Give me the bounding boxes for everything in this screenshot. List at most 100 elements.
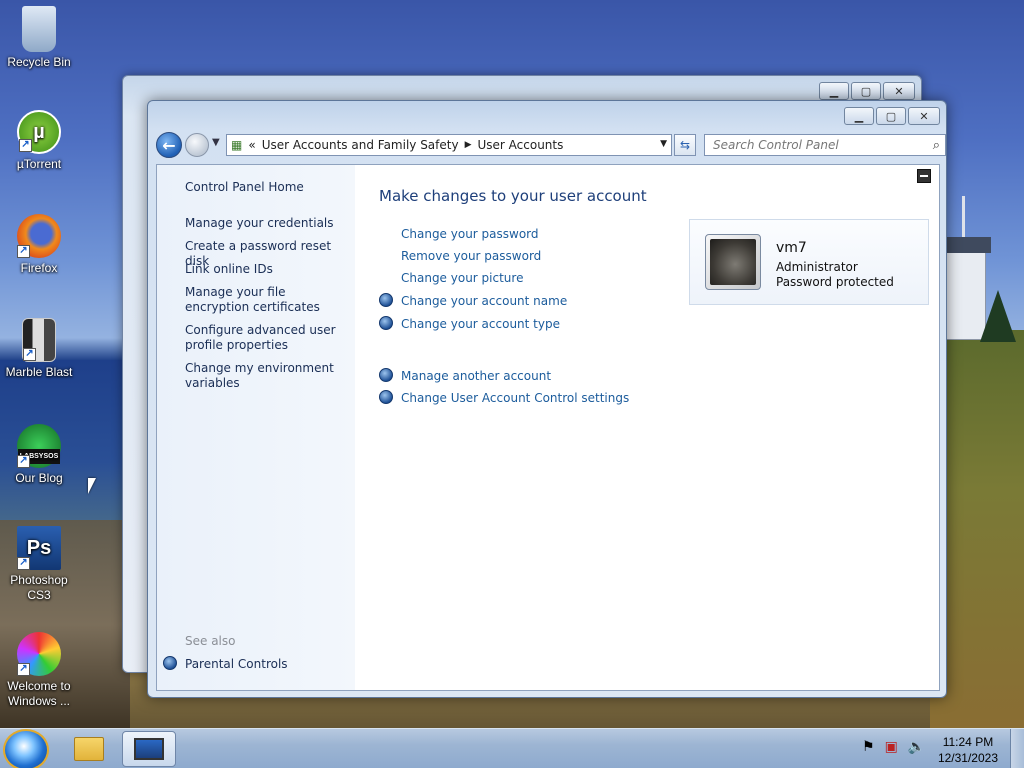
file-encryption-link[interactable]: Manage your file encryption certificates [185, 285, 350, 315]
photoshop-icon: Ps ↗ [17, 526, 61, 570]
action-center-flag-icon[interactable]: ⚑ [862, 739, 875, 755]
see-also-label: See also [185, 634, 236, 648]
navigation-bar: ← ▼ ▦ « User Accounts and Family Safety … [156, 132, 946, 158]
desktop-icon-firefox[interactable]: ↗ Firefox [2, 214, 76, 276]
manage-another-account-link[interactable]: Manage another account [379, 368, 551, 383]
minimize-icon: ▁ [854, 109, 864, 123]
account-name: vm7 [776, 240, 807, 256]
task-pane: Control Panel Home Manage your credentia… [157, 165, 355, 690]
change-password-link[interactable]: Change your password [401, 227, 539, 241]
desktop-icon-photoshop[interactable]: Ps ↗ Photoshop CS3 [2, 526, 76, 603]
parental-controls-link[interactable]: Parental Controls [163, 656, 288, 671]
desktop-icon-label: Firefox [20, 261, 58, 275]
taskbar-explorer-button[interactable] [62, 731, 116, 767]
marble-blast-icon: ↗ [22, 318, 56, 362]
close-icon[interactable]: ✕ [883, 82, 915, 100]
maximize-button[interactable]: ▢ [876, 107, 906, 125]
recent-pages-dropdown[interactable]: ▼ [212, 137, 220, 148]
shield-icon [379, 390, 393, 404]
network-icon[interactable]: ▣ [885, 739, 898, 755]
refresh-icon: ⇆ [679, 138, 691, 152]
account-role: Administrator [776, 260, 858, 274]
breadcrumb-item-family-safety[interactable]: User Accounts and Family Safety [262, 138, 459, 152]
environment-variables-link[interactable]: Change my environment variables [185, 361, 350, 391]
desktop-icon-our-blog[interactable]: LABSYSOS ↗ Our Blog [2, 424, 76, 486]
desktop-icon-welcome[interactable]: ↗ Welcome to Windows ... [2, 632, 76, 709]
desktop-icon-label: Recycle Bin [7, 55, 71, 69]
control-panel-icon: ▦ [231, 138, 243, 152]
link-online-ids-link[interactable]: Link online IDs [185, 262, 350, 277]
photoshop-glyph: Ps [26, 536, 52, 559]
search-input[interactable]: Search Control Panel ⌕ [704, 134, 946, 156]
link-label: Change your account type [401, 317, 560, 331]
change-account-type-link[interactable]: Change your account type [379, 316, 560, 331]
window-caption-buttons: ▁ ▢ ✕ [844, 107, 940, 125]
remove-password-link[interactable]: Remove your password [401, 249, 541, 263]
clock-time: 11:24 PM [942, 735, 994, 749]
start-button[interactable] [3, 729, 49, 768]
desktop-icon-label: Photoshop CS3 [10, 573, 68, 602]
minimize-button[interactable]: ▁ [844, 107, 874, 125]
close-icon: ✕ [919, 109, 929, 123]
desktop-icon-label: µTorrent [16, 157, 62, 171]
account-card: vm7 Administrator Password protected [689, 219, 929, 305]
shield-icon [163, 656, 177, 670]
shield-icon [379, 293, 393, 307]
user-accounts-window[interactable]: ▁ ▢ ✕ ← ▼ ▦ « User Accounts and Family S… [147, 100, 947, 698]
control-panel-home-link[interactable]: Control Panel Home [185, 180, 350, 195]
minimize-icon[interactable]: ▁ [819, 82, 849, 100]
breadcrumb-overflow[interactable]: « [248, 138, 255, 152]
welcome-icon: ↗ [17, 632, 61, 676]
search-placeholder: Search Control Panel [713, 138, 839, 152]
desktop-icon-label: Marble Blast [5, 365, 73, 379]
address-dropdown-icon[interactable]: ▼ [660, 139, 667, 149]
background-window-caption-buttons: ▁ ▢ ✕ [819, 82, 915, 100]
avatar [705, 234, 761, 290]
link-label: Change your account name [401, 294, 568, 308]
utorrent-icon: µ ↗ [17, 110, 61, 154]
koala-picture-icon [710, 239, 756, 285]
manage-credentials-link[interactable]: Manage your credentials [185, 216, 350, 231]
refresh-button[interactable]: ⇆ [674, 134, 696, 156]
desktop-icon-utorrent[interactable]: µ ↗ µTorrent [2, 110, 76, 172]
maximize-icon[interactable]: ▢ [851, 82, 881, 100]
advanced-profile-link[interactable]: Configure advanced user profile properti… [185, 323, 350, 353]
wallpaper-tree [980, 290, 1016, 342]
link-label: Manage another account [401, 369, 552, 383]
clock[interactable]: 11:24 PM 12/31/2023 [938, 734, 998, 766]
desktop-icon-recycle-bin[interactable]: Recycle Bin [2, 6, 76, 70]
close-button[interactable]: ✕ [908, 107, 940, 125]
mouse-cursor-icon [88, 478, 96, 494]
shield-icon [379, 368, 393, 382]
desktop-icon-marble-blast[interactable]: ↗ Marble Blast [2, 318, 76, 380]
our-blog-icon: LABSYSOS ↗ [17, 424, 61, 468]
desktop-icon-label: Welcome to Windows ... [7, 679, 71, 708]
firefox-icon: ↗ [17, 214, 61, 258]
page-title: Make changes to your user account [379, 187, 647, 205]
account-status: Password protected [776, 275, 894, 289]
forward-button[interactable] [185, 133, 209, 157]
parental-controls-label: Parental Controls [185, 657, 288, 671]
breadcrumb-item-user-accounts[interactable]: User Accounts [478, 138, 564, 152]
control-panel-icon [134, 738, 164, 760]
breadcrumb-separator-icon[interactable]: ▶ [465, 140, 472, 150]
uac-settings-link[interactable]: Change User Account Control settings [379, 390, 629, 405]
address-bar[interactable]: ▦ « User Accounts and Family Safety ▶ Us… [226, 134, 672, 156]
show-desktop-button[interactable] [1010, 729, 1024, 768]
change-picture-link[interactable]: Change your picture [401, 271, 523, 285]
folder-icon [74, 737, 104, 761]
taskbar: ⚑ ▣ 🔈 11:24 PM 12/31/2023 [0, 728, 1024, 768]
back-button[interactable]: ← [156, 132, 182, 158]
taskbar-control-panel-button[interactable] [122, 731, 176, 767]
search-icon[interactable]: ⌕ [933, 136, 940, 156]
change-account-name-link[interactable]: Change your account name [379, 293, 567, 308]
content-area: Control Panel Home Manage your credentia… [156, 164, 940, 691]
shield-icon [379, 316, 393, 330]
volume-muted-icon[interactable]: 🔈 [908, 739, 925, 755]
clock-date: 12/31/2023 [937, 751, 998, 765]
link-label: Change User Account Control settings [401, 391, 630, 405]
arrow-left-icon: ← [162, 135, 176, 155]
help-toolbar-icon[interactable] [917, 169, 931, 183]
desktop-icon-label: Our Blog [15, 471, 63, 485]
system-tray: ⚑ ▣ 🔈 [862, 739, 925, 755]
